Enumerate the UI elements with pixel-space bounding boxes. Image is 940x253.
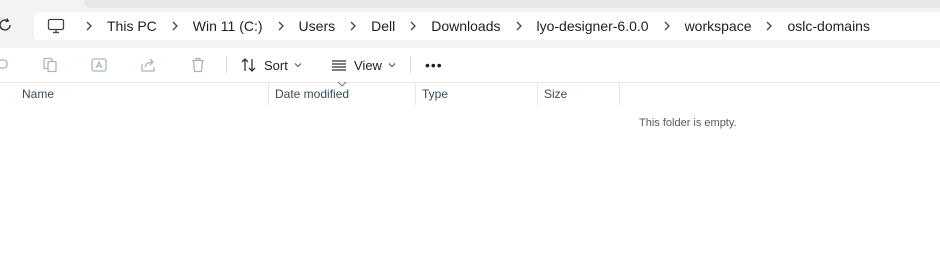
- refresh-button[interactable]: [0, 14, 16, 36]
- breadcrumb-item-workspace[interactable]: workspace: [682, 12, 755, 40]
- tab-edge: [84, 0, 940, 8]
- chevron-right-icon[interactable]: [266, 12, 296, 40]
- column-header-size[interactable]: Size: [544, 83, 567, 105]
- column-header-type[interactable]: Type: [422, 83, 448, 105]
- column-resize-handle[interactable]: [537, 83, 538, 105]
- sort-label: Sort: [264, 57, 288, 73]
- trash-icon: [192, 57, 204, 73]
- chevron-down-icon: [388, 63, 396, 68]
- address-bar[interactable]: This PC Win 11 (C:) Users Dell Downloads…: [34, 12, 940, 40]
- share-button[interactable]: [139, 53, 157, 77]
- sort-button[interactable]: Sort: [240, 53, 302, 77]
- chevron-right-icon[interactable]: [754, 12, 784, 40]
- more-icon: •••: [425, 57, 443, 73]
- refresh-icon: [0, 18, 11, 31]
- column-header-row: Name Date modified Type Size: [0, 81, 940, 105]
- rename-icon: [0, 59, 8, 69]
- chevron-right-icon[interactable]: [652, 12, 682, 40]
- monitor-icon: [47, 18, 65, 34]
- chevron-right-icon[interactable]: [338, 12, 368, 40]
- empty-folder-message: This folder is empty.: [639, 117, 737, 129]
- copy-icon: [43, 57, 57, 73]
- chevron-right-icon[interactable]: [504, 12, 534, 40]
- breadcrumb-item-this-pc[interactable]: This PC: [104, 12, 160, 40]
- breadcrumb-item-win11[interactable]: Win 11 (C:): [190, 12, 266, 40]
- column-resize-handle[interactable]: [415, 83, 416, 105]
- this-pc-button[interactable]: [38, 12, 74, 40]
- chevron-down-icon: [294, 63, 302, 68]
- column-resize-handle[interactable]: [268, 83, 269, 105]
- breadcrumb-item-lyo-designer[interactable]: lyo-designer-6.0.0: [534, 12, 652, 40]
- rename-button[interactable]: [0, 53, 10, 77]
- ai-text-button[interactable]: [90, 53, 108, 77]
- breadcrumb-item-dell[interactable]: Dell: [368, 12, 398, 40]
- command-bar: Sort View •••: [0, 48, 940, 83]
- breadcrumb-item-users[interactable]: Users: [296, 12, 339, 40]
- copy-button[interactable]: [41, 53, 59, 77]
- breadcrumb-item-oslc-domains[interactable]: oslc-domains: [784, 12, 872, 40]
- view-lines-icon: [332, 60, 346, 71]
- toolbar-divider: [410, 56, 411, 74]
- view-label: View: [354, 57, 382, 73]
- breadcrumb: This PC Win 11 (C:) Users Dell Downloads…: [34, 12, 873, 40]
- more-button[interactable]: •••: [425, 53, 443, 77]
- chevron-right-icon[interactable]: [160, 12, 190, 40]
- chevron-right-icon[interactable]: [398, 12, 428, 40]
- ai-text-icon: [91, 58, 107, 72]
- breadcrumb-item-downloads[interactable]: Downloads: [428, 12, 503, 40]
- sort-icon: [241, 58, 256, 72]
- column-header-date-modified[interactable]: Date modified: [275, 83, 349, 105]
- view-button[interactable]: View: [330, 53, 396, 77]
- share-icon: [141, 58, 155, 72]
- toolbar-divider: [226, 56, 227, 74]
- chevron-right-icon[interactable]: [74, 12, 104, 40]
- delete-button[interactable]: [189, 53, 207, 77]
- column-header-name[interactable]: Name: [22, 83, 54, 105]
- column-resize-handle[interactable]: [619, 83, 620, 105]
